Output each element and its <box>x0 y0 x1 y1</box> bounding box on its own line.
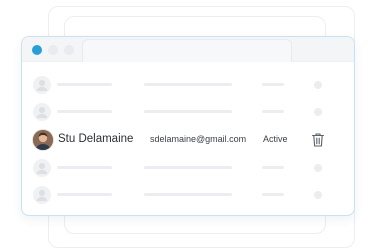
user-name: Stu Delamaine <box>58 133 134 145</box>
avatar <box>33 130 53 150</box>
table-row-placeholder <box>22 71 354 99</box>
window-titlebar <box>22 37 354 62</box>
table-row-placeholder <box>22 98 354 126</box>
action-placeholder-dot <box>314 164 322 172</box>
user-email: sdelamaine@gmail.com <box>150 134 247 144</box>
user-silhouette-icon <box>33 159 51 177</box>
email-placeholder-bar <box>144 193 232 196</box>
window-control-dot[interactable] <box>48 45 58 55</box>
table-row-placeholder <box>22 154 354 182</box>
name-placeholder-bar <box>57 193 112 196</box>
user-silhouette-icon <box>33 186 51 204</box>
action-placeholder-dot <box>314 108 322 116</box>
table-row-placeholder <box>22 181 354 209</box>
status-badge: Active <box>263 134 288 144</box>
status-placeholder-bar <box>262 166 284 169</box>
status-placeholder-bar <box>262 110 284 113</box>
trash-icon[interactable] <box>311 132 325 148</box>
table-row-user[interactable]: Stu Delamaine sdelamaine@gmail.com Activ… <box>22 126 354 154</box>
window-control-dot-active[interactable] <box>32 45 42 55</box>
email-placeholder-bar <box>144 166 232 169</box>
name-placeholder-bar <box>57 83 112 86</box>
user-silhouette-icon <box>33 103 51 121</box>
illustration-stage: Stu Delamaine sdelamaine@gmail.com Activ… <box>0 0 374 252</box>
window-tab[interactable] <box>82 39 292 62</box>
action-placeholder-dot <box>314 81 322 89</box>
email-placeholder-bar <box>144 83 232 86</box>
user-silhouette-icon <box>33 76 51 94</box>
user-table-window: Stu Delamaine sdelamaine@gmail.com Activ… <box>21 36 355 216</box>
name-placeholder-bar <box>57 110 112 113</box>
email-placeholder-bar <box>144 110 232 113</box>
name-placeholder-bar <box>57 166 112 169</box>
action-placeholder-dot <box>314 191 322 199</box>
window-control-dot[interactable] <box>64 45 74 55</box>
status-placeholder-bar <box>262 193 284 196</box>
status-placeholder-bar <box>262 83 284 86</box>
